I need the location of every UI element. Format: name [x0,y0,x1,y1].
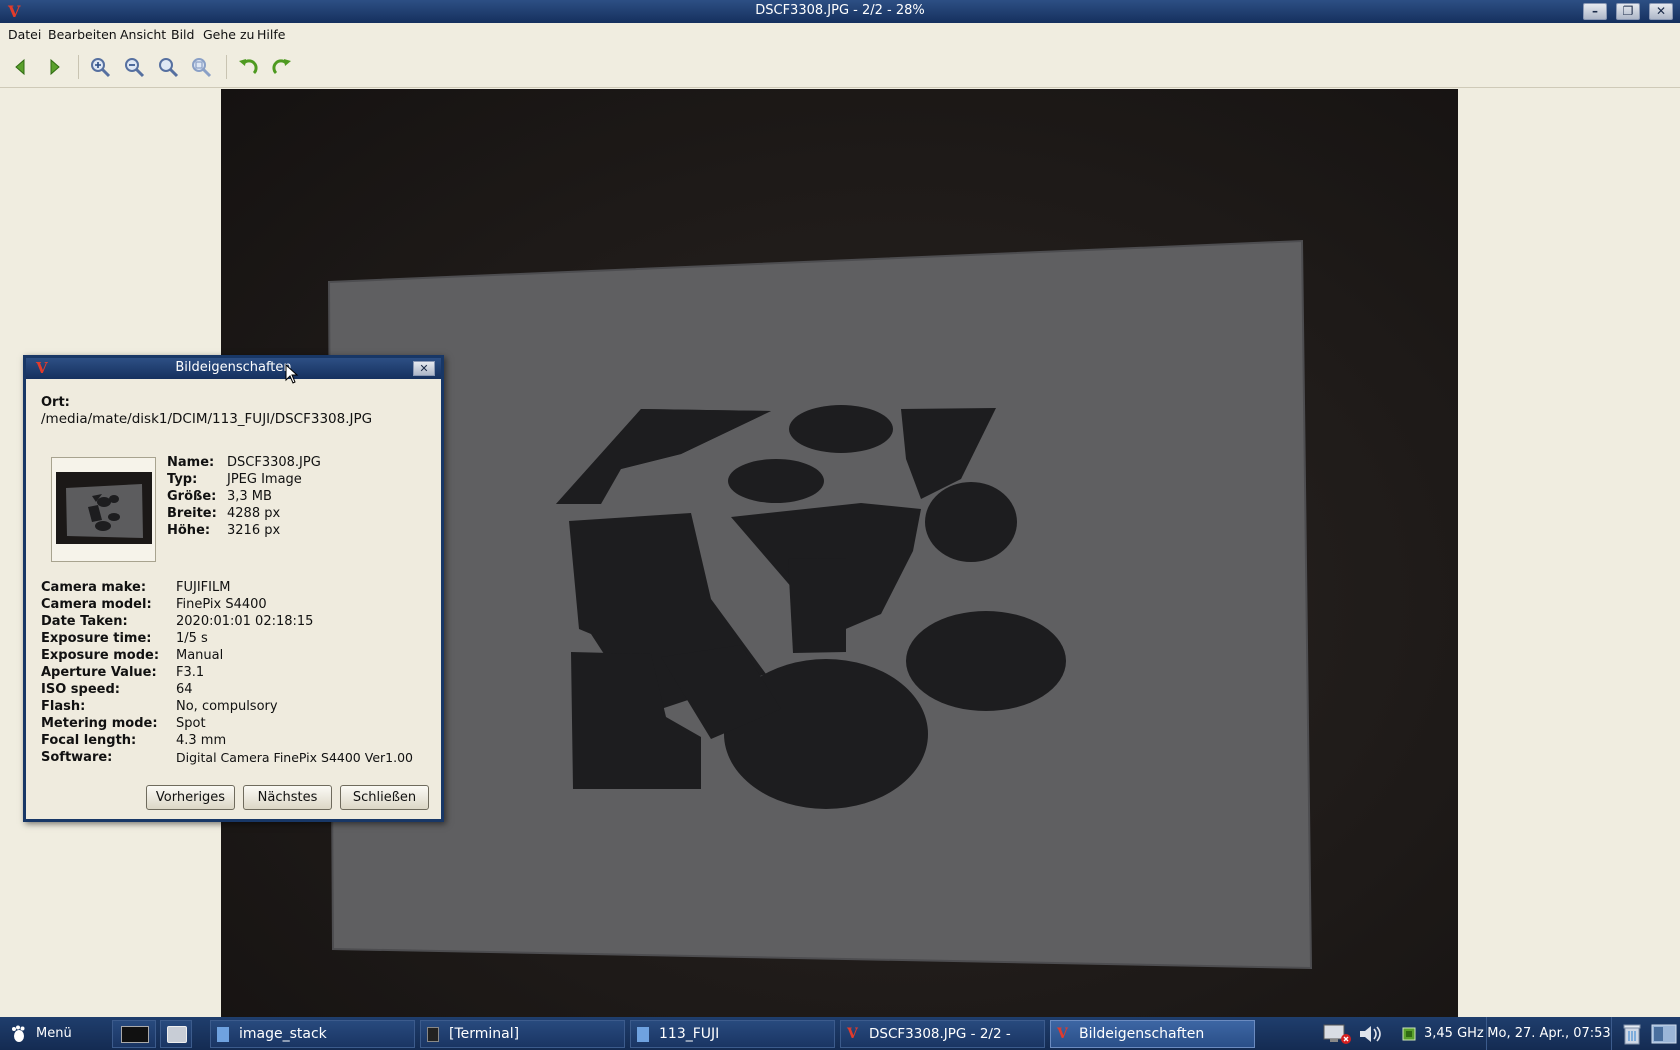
dialog-title: Bildeigenschaften [175,360,292,375]
exif-label: Flash: [41,699,86,714]
close-button[interactable]: Schließen [340,785,429,810]
network-icon[interactable] [1322,1023,1352,1045]
back-arrow-icon[interactable] [9,55,33,79]
exif-value: 2020:01:01 02:18:15 [176,614,314,629]
task-image-stack[interactable]: image_stack [210,1020,415,1048]
file-info-label: Name: [167,455,215,470]
terminal-launcher[interactable] [112,1020,156,1048]
terminal-icon [121,1026,149,1043]
rotate-left-icon[interactable] [236,55,260,79]
exif-value: No, compulsory [176,699,278,714]
dialog-close-icon[interactable]: ✕ [413,361,435,376]
task-label: 113_FUJI [659,1026,720,1042]
task-label: image_stack [239,1026,327,1042]
file-info-value: 4288 px [227,506,281,521]
file-manager-launcher[interactable] [160,1020,192,1048]
exif-value: Manual [176,648,224,663]
menu-datei[interactable]: Datei [8,27,41,42]
task-label: Bildeigenschaften [1079,1026,1205,1042]
exif-label: Metering mode: [41,716,158,731]
app-logo-icon: V [1057,1026,1068,1042]
toolbar-separator [226,55,227,79]
properties-dialog: V Bildeigenschaften ✕ Ort: /media/mate/d… [23,355,444,822]
zoom-fit-icon[interactable] [156,55,180,79]
exif-label: Software: [41,750,113,765]
file-info-label: Größe: [167,489,217,504]
exif-value: 4.3 mm [176,733,227,748]
minimize-icon[interactable]: – [1583,3,1607,20]
menu-hilfe[interactable]: Hilfe [257,27,285,42]
location-value: /media/mate/disk1/DCIM/113_FUJI/DSCF3308… [41,411,373,427]
exif-label: Exposure time: [41,631,152,646]
close-icon[interactable]: ✕ [1649,3,1673,20]
exif-value: Spot [176,716,206,731]
menu-bild[interactable]: Bild [171,27,194,42]
file-info-value: DSCF3308.JPG [227,455,321,470]
menu-bearbeiten[interactable]: Bearbeiten [48,27,117,42]
exif-label: Camera make: [41,580,147,595]
exif-label: Date Taken: [41,614,128,629]
folder-icon [637,1027,649,1042]
file-info-label: Breite: [167,506,217,521]
menu-ansicht[interactable]: Ansicht [120,27,166,42]
mouse-pointer-icon [285,364,299,384]
file-info-value: 3216 px [227,523,281,538]
file-manager-icon [167,1026,187,1043]
menu-gehe-zu[interactable]: Gehe zu [203,27,254,42]
start-menu-label: Menü [36,1026,72,1041]
task-label: DSCF3308.JPG - 2/2 - 28% [869,1026,1011,1042]
dialog-titlebar[interactable]: V Bildeigenschaften ✕ [26,358,441,379]
exif-label: Aperture Value: [41,665,157,680]
zoom-original-icon[interactable] [189,55,213,79]
thumbnail-frame [51,457,156,562]
window-titlebar[interactable]: V DSCF3308.JPG - 2/2 - 28% – ❐ ✕ [0,0,1680,23]
terminal-icon [427,1027,439,1042]
cpu-icon [1402,1027,1416,1041]
exif-label: ISO speed: [41,682,120,697]
rotate-right-icon[interactable] [270,55,294,79]
gnome-foot-icon [12,1025,25,1042]
next-button[interactable]: Nächstes [243,785,332,810]
file-info-value: 3,3 MB [227,489,272,504]
app-logo-icon: V [847,1026,858,1042]
location-label: Ort: [41,395,70,410]
exif-value: F3.1 [176,665,205,680]
task-terminal[interactable]: [Terminal] [420,1020,625,1048]
task-label: [Terminal] [449,1026,520,1042]
file-info-label: Höhe: [167,523,211,538]
exif-value: FUJIFILM [176,580,231,595]
exif-label: Camera model: [41,597,152,612]
exif-label: Focal length: [41,733,137,748]
previous-button[interactable]: Vorheriges [146,785,235,810]
folder-icon [217,1027,229,1042]
taskbar: Menü image_stack [Terminal] 113_FUJI V D… [0,1017,1680,1050]
forward-arrow-icon[interactable] [42,55,66,79]
task-image-viewer[interactable]: V DSCF3308.JPG - 2/2 - 28% [840,1020,1045,1048]
thumbnail-image [56,472,152,544]
zoom-out-icon[interactable] [122,55,146,79]
volume-icon[interactable] [1357,1023,1385,1045]
file-info-value: JPEG Image [227,472,302,487]
task-bildeigenschaften[interactable]: V Bildeigenschaften [1050,1020,1255,1048]
toolbar-separator [78,55,79,79]
window-title: DSCF3308.JPG - 2/2 - 28% [755,3,925,18]
exif-value: FinePix S4400 [176,597,267,612]
exif-value: Digital Camera FinePix S4400 Ver1.00 [176,750,413,765]
trash-icon[interactable] [1621,1022,1643,1046]
task-113-fuji[interactable]: 113_FUJI [630,1020,835,1048]
restore-icon[interactable]: ❐ [1616,3,1640,20]
exif-label: Exposure mode: [41,648,160,663]
zoom-in-icon[interactable] [88,55,112,79]
exif-value: 1/5 s [176,631,208,646]
clock[interactable]: Mo, 27. Apr., 07:53 [1486,1017,1612,1050]
start-menu-button[interactable]: Menü [6,1017,84,1050]
cpu-frequency: 3,45 GHz [1424,1026,1484,1041]
toolbar [0,45,1680,88]
file-info-label: Typ: [167,472,198,487]
show-desktop-icon[interactable] [1651,1023,1677,1045]
exif-value: 64 [176,682,193,697]
menubar: Datei Bearbeiten Ansicht Bild Gehe zu Hi… [0,23,1680,45]
